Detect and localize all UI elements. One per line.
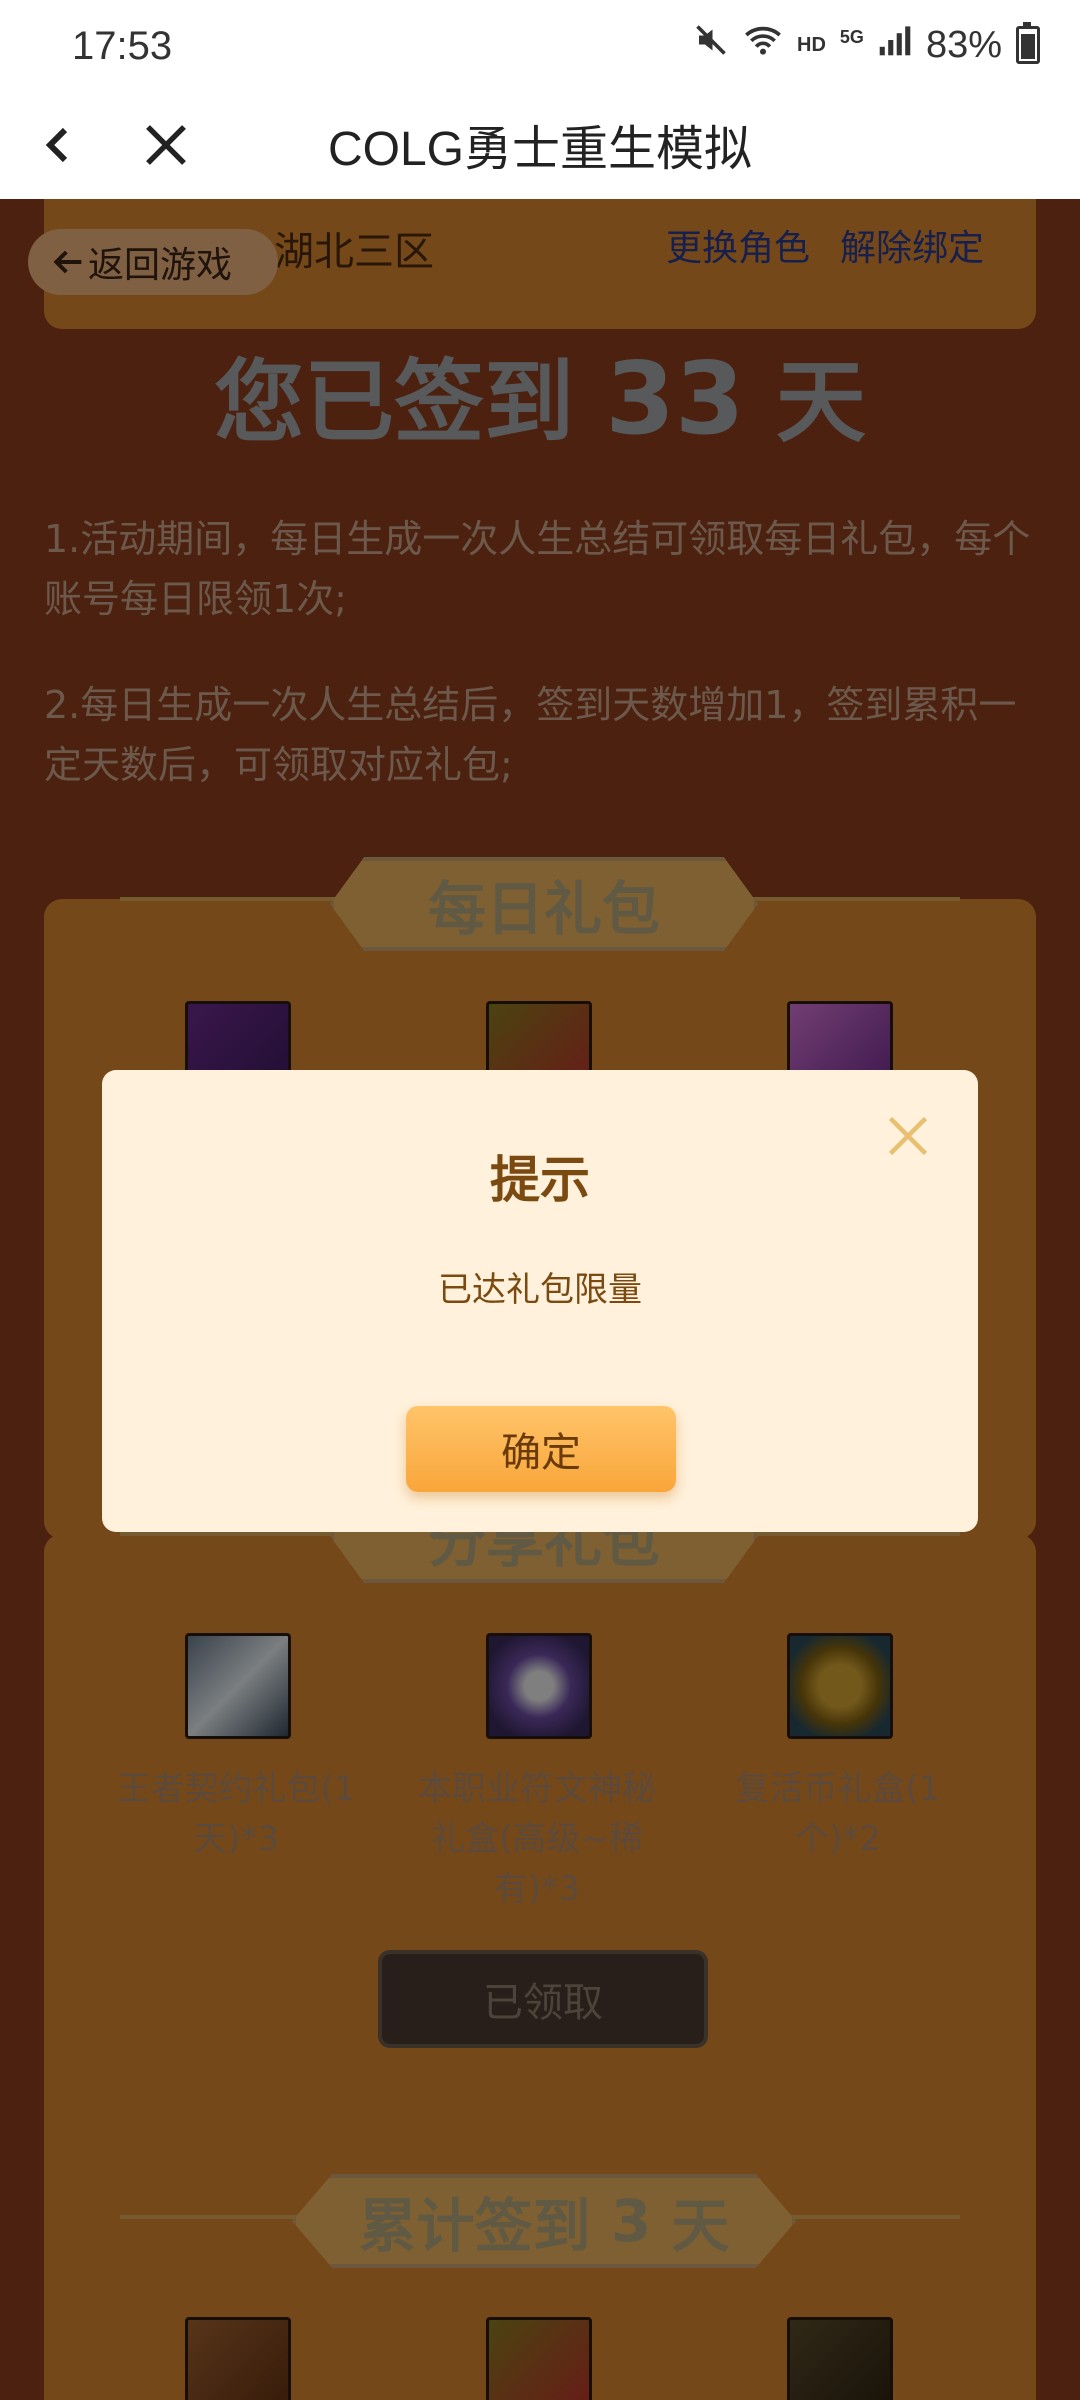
top-nav-bar: COLG勇士重生模拟 (0, 95, 1080, 199)
battery-icon (1016, 22, 1040, 64)
close-icon (888, 1116, 928, 1156)
dialog-message: 已达礼包限量 (438, 1270, 642, 1310)
hd-badge: HD (797, 33, 826, 56)
page-title: COLG勇士重生模拟 (327, 123, 753, 176)
status-icons: HD 5G 83% (693, 22, 1040, 68)
status-bar: 17:53 HD 5G 83% (0, 0, 1080, 95)
dialog-close-button[interactable] (878, 1106, 938, 1166)
confirm-button[interactable]: 确定 (406, 1406, 676, 1492)
dialog-title: 提示 (490, 1151, 590, 1209)
signal-icon (878, 23, 912, 67)
status-time: 17:53 (72, 24, 173, 68)
alert-dialog: 提示 已达礼包限量 确定 (102, 1070, 978, 1532)
wifi-icon (743, 23, 783, 67)
battery-percent: 83% (925, 23, 1002, 66)
mute-icon (693, 22, 729, 68)
network-type: 5G (839, 26, 864, 47)
